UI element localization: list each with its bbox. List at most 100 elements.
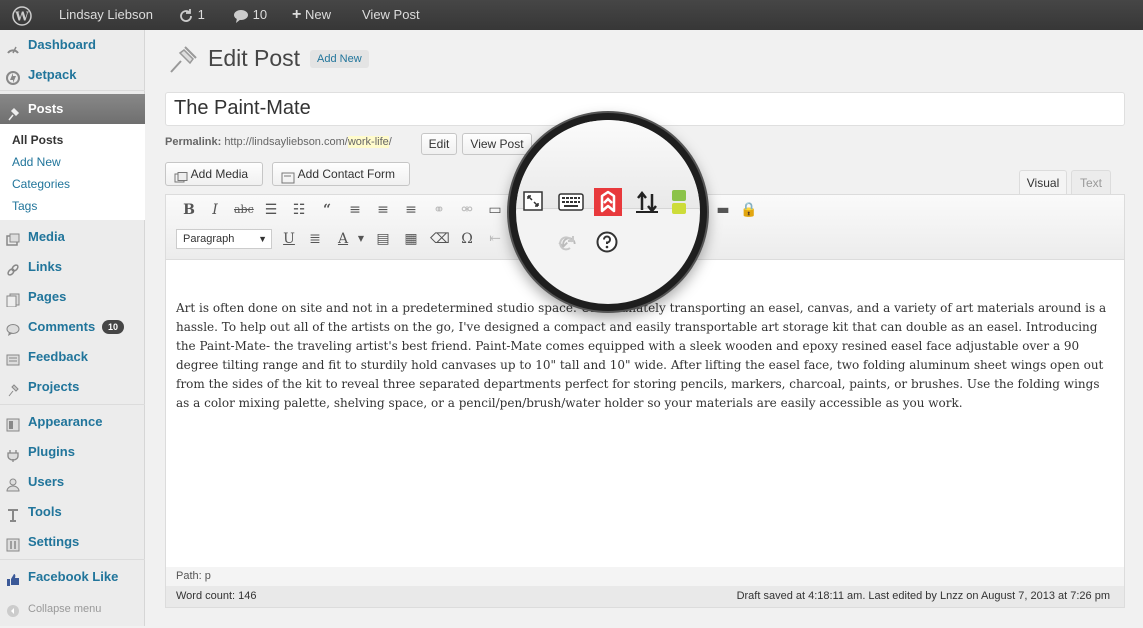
redo-icon[interactable] [556, 232, 578, 259]
clear-formatting-icon[interactable]: ⌫ [430, 230, 450, 248]
tab-visual[interactable]: Visual [1019, 170, 1067, 194]
fullscreen-icon[interactable] [522, 190, 544, 217]
add-media-button[interactable]: Add Media [165, 162, 263, 186]
submenu-add-new[interactable]: Add New [12, 155, 61, 169]
plugin-icon [6, 445, 20, 462]
feedback-icon [6, 350, 20, 366]
bullet-list-icon[interactable]: ☰ [262, 201, 280, 219]
text-color-icon[interactable]: A [334, 230, 352, 248]
menu-label: Feedback [28, 349, 88, 364]
help-icon[interactable] [596, 231, 618, 258]
format-select-value: Paragraph [183, 233, 235, 245]
path-bar: Path: p [166, 567, 1124, 586]
separator-icon[interactable]: ▬ [714, 201, 732, 219]
insert-more-icon[interactable]: ▭ [486, 201, 504, 219]
collapse-arrow-icon [6, 602, 20, 617]
special-character-icon[interactable]: Ω [458, 230, 476, 248]
menu-jetpack[interactable]: Jetpack [0, 62, 145, 88]
menu-dashboard[interactable]: Dashboard [0, 32, 145, 58]
align-center-icon[interactable]: ≡ [374, 201, 392, 219]
menu-appearance[interactable]: Appearance [0, 409, 145, 435]
dashboard-icon [6, 38, 20, 54]
unlink-icon[interactable]: ⚮ [458, 201, 476, 219]
insert-link-icon[interactable]: ⚭ [430, 201, 448, 219]
menu-label: Media [28, 229, 65, 244]
format-select[interactable]: Paragraph ▼ [176, 229, 272, 249]
lock-icon[interactable]: 🔒 [740, 201, 758, 219]
new-content-link[interactable]: + New [292, 0, 331, 30]
posts-submenu: All Posts Add New Categories Tags [0, 124, 145, 220]
collapse-menu[interactable]: Collapse menu [0, 596, 145, 622]
updates-link[interactable]: 1 [178, 0, 205, 30]
page-title: Edit Post [208, 45, 301, 71]
strikethrough-icon[interactable]: abc [234, 201, 254, 219]
underline-icon[interactable]: U [280, 230, 298, 248]
keyboard-icon[interactable] [558, 192, 584, 217]
menu-links[interactable]: Links [0, 254, 145, 280]
align-left-icon[interactable]: ≡ [346, 201, 364, 219]
menu-media[interactable]: Media [0, 224, 145, 250]
menu-separator [0, 90, 145, 91]
justify-icon[interactable]: ≣ [306, 230, 324, 248]
menu-separator [0, 559, 145, 560]
appearance-icon [6, 415, 20, 432]
menu-pages[interactable]: Pages [0, 284, 145, 310]
add-new-post-button[interactable]: Add New [310, 50, 369, 68]
color-swatch-icon[interactable] [672, 190, 686, 221]
menu-label: Projects [28, 379, 80, 394]
admin-bar-view-post[interactable]: View Post [362, 0, 420, 30]
highlighted-plugin-icon[interactable] [594, 188, 622, 221]
submenu-all-posts[interactable]: All Posts [12, 133, 63, 147]
text-color-dropdown-icon[interactable]: ▼ [352, 230, 370, 248]
menu-label: Pages [28, 289, 67, 304]
chevron-down-icon: ▼ [258, 234, 267, 244]
draft-saved-status: Draft saved at 4:18:11 am. Last edited b… [736, 590, 1110, 602]
pages-icon [6, 290, 20, 308]
wordpress-logo-icon[interactable]: W [12, 0, 32, 30]
menu-tools[interactable]: Tools [0, 499, 145, 525]
add-contact-form-button[interactable]: Add Contact Form [272, 162, 410, 186]
comments-link[interactable]: 10 [233, 0, 267, 30]
menu-label: Appearance [28, 414, 103, 429]
admin-sidebar: Dashboard Jetpack Posts All Posts Add Ne… [0, 30, 145, 626]
permalink-url[interactable]: http://lindsayliebson.com/work-life/ [224, 136, 392, 148]
menu-posts[interactable]: Posts [0, 94, 145, 124]
editor-content[interactable]: Art is often done on site and not in a p… [176, 299, 1116, 413]
menu-projects[interactable]: Projects [0, 374, 145, 400]
edit-post-icon [168, 43, 200, 80]
menu-label: Settings [28, 534, 80, 549]
menu-label: Jetpack [28, 67, 77, 82]
permalink-slug: work-life [347, 136, 389, 148]
paste-word-icon[interactable]: ▦ [402, 230, 420, 248]
blockquote-icon[interactable]: “ [318, 201, 336, 219]
tab-text[interactable]: Text [1071, 170, 1111, 194]
bold-icon[interactable]: B [180, 201, 198, 219]
submenu-categories[interactable]: Categories [12, 177, 70, 191]
edit-permalink-button[interactable]: Edit [421, 133, 457, 155]
menu-label: Posts [28, 101, 64, 116]
menu-comments[interactable]: Comments 10 [0, 314, 145, 340]
submenu-tags[interactable]: Tags [12, 199, 37, 213]
menu-feedback[interactable]: Feedback [0, 344, 145, 370]
italic-icon[interactable]: I [206, 201, 224, 219]
svg-text:W: W [14, 9, 29, 23]
menu-users[interactable]: Users [0, 469, 145, 495]
permalink-base: http://lindsayliebson.com/ [224, 136, 348, 148]
paste-text-icon[interactable]: ▤ [374, 230, 392, 248]
align-right-icon[interactable]: ≡ [402, 201, 420, 219]
projects-icon [6, 380, 20, 397]
menu-facebook-like[interactable]: Facebook Like [0, 564, 145, 590]
menu-label: Links [28, 259, 62, 274]
outdent-icon[interactable]: ⇤ [486, 230, 504, 248]
new-label: New [304, 7, 331, 22]
add-media-label: Add Media [190, 167, 249, 181]
menu-settings[interactable]: Settings [0, 529, 145, 555]
menu-label: Comments [28, 319, 96, 334]
numbered-list-icon[interactable]: ☷ [290, 201, 308, 219]
admin-bar: W Lindsay Liebson 1 10 + New View Post [0, 0, 1143, 30]
menu-separator [0, 404, 145, 405]
permalink-row: Permalink: http://lindsayliebson.com/wor… [165, 136, 392, 148]
admin-bar-user[interactable]: Lindsay Liebson [59, 0, 153, 30]
sort-arrows-icon[interactable] [634, 190, 660, 219]
menu-plugins[interactable]: Plugins [0, 439, 145, 465]
